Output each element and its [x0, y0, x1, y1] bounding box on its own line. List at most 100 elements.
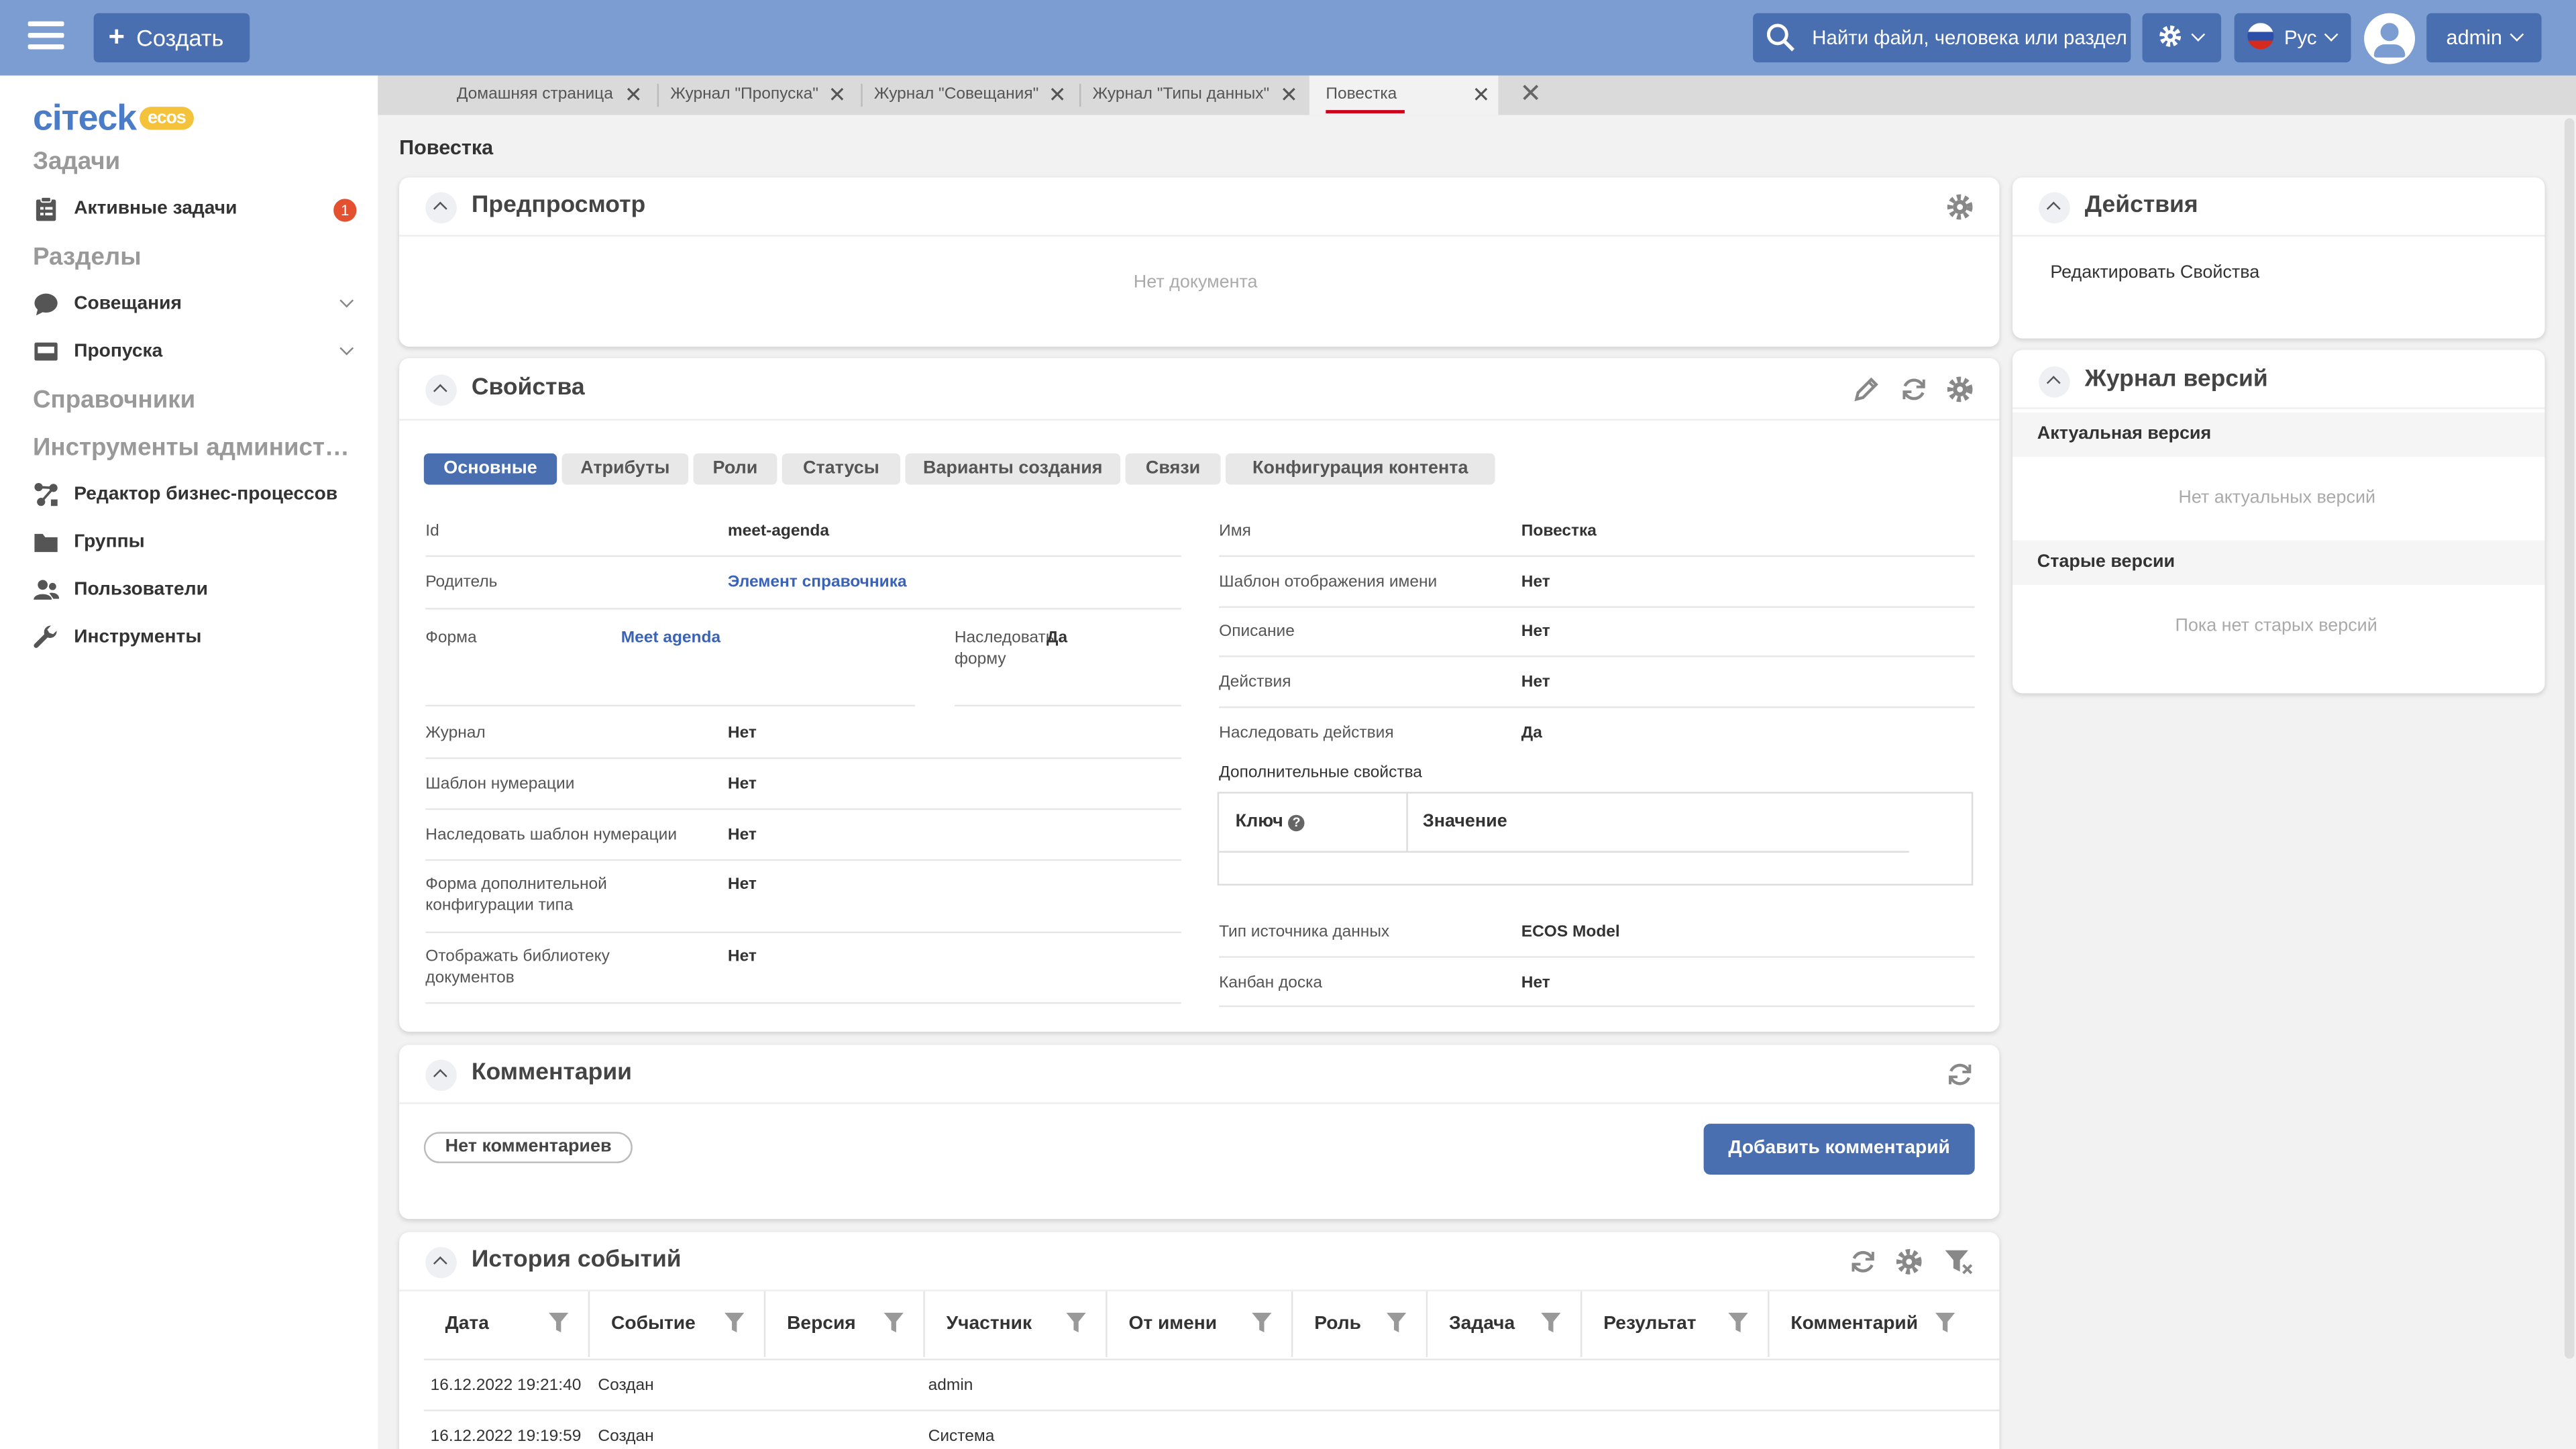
- gear-icon[interactable]: [1945, 374, 1975, 404]
- filter-icon[interactable]: [1066, 1312, 1086, 1333]
- collapse-icon[interactable]: [425, 1059, 457, 1091]
- create-button[interactable]: + Создать: [93, 13, 250, 63]
- field-label: Шаблон отображения имени: [1219, 573, 1438, 592]
- page-scrollbar[interactable]: [2564, 118, 2575, 1359]
- section-title-sections[interactable]: Разделы: [33, 243, 354, 271]
- search-input[interactable]: Найти файл, человека или раздел: [1753, 13, 2131, 63]
- gear-icon[interactable]: [1945, 193, 1975, 222]
- section-title-admin-tools[interactable]: Инструменты администрирования: [33, 434, 354, 462]
- filter-icon[interactable]: [1541, 1312, 1561, 1333]
- sidebar-item-bp-editor[interactable]: Редактор бизнес-процессов: [33, 476, 362, 513]
- sidebar-item-groups[interactable]: Группы: [33, 524, 362, 560]
- help-icon[interactable]: ?: [1288, 814, 1305, 832]
- field-parent: Родитель Элемент справочника: [425, 572, 1181, 610]
- filter-icon[interactable]: [548, 1312, 569, 1333]
- filter-icon[interactable]: [883, 1312, 904, 1333]
- parent-link[interactable]: Элемент справочника: [728, 572, 907, 593]
- logo[interactable]: ciтeck ecos: [33, 97, 194, 140]
- tab-home[interactable]: Домашняя страница ✕: [457, 76, 643, 115]
- column-header-event[interactable]: Событие: [592, 1291, 766, 1357]
- tab-statuses[interactable]: Статусы: [782, 453, 901, 485]
- menu-burger-icon[interactable]: [28, 21, 64, 54]
- tab-attributes[interactable]: Атрибуты: [561, 453, 689, 485]
- chevron-down-icon[interactable]: [339, 341, 354, 356]
- close-all-tabs-icon[interactable]: ✕: [1519, 76, 1542, 115]
- avatar[interactable]: [2364, 13, 2416, 64]
- search-placeholder: Найти файл, человека или раздел: [1812, 26, 2127, 50]
- wrench-icon: [34, 625, 57, 648]
- tab-label: Домашняя страница: [456, 85, 613, 104]
- field-label: Действия: [1219, 674, 1291, 692]
- tab-content-config[interactable]: Конфигурация контента: [1225, 453, 1495, 485]
- column-header-comment[interactable]: Комментарий: [1771, 1291, 1975, 1357]
- sidebar-item-meetings[interactable]: Совещания: [33, 286, 362, 322]
- sidebar-item-passes[interactable]: Пропуска: [33, 333, 362, 370]
- sidebar-item-label: Пропуска: [74, 341, 163, 362]
- tab-agenda[interactable]: Повестка ✕: [1309, 75, 1499, 115]
- tab-datatypes-journal[interactable]: Журнал "Типы данных" ✕: [1093, 76, 1298, 115]
- refresh-icon[interactable]: [1899, 374, 1929, 404]
- column-header-date[interactable]: Дата: [425, 1291, 590, 1357]
- close-icon[interactable]: ✕: [828, 76, 847, 115]
- refresh-icon[interactable]: [1848, 1247, 1878, 1277]
- filter-icon[interactable]: [1728, 1312, 1748, 1333]
- close-icon[interactable]: ✕: [1472, 76, 1491, 115]
- filter-icon[interactable]: [1935, 1312, 1955, 1333]
- close-icon[interactable]: ✕: [625, 76, 643, 115]
- refresh-icon[interactable]: [1945, 1060, 1975, 1089]
- collapse-icon[interactable]: [2039, 192, 2070, 224]
- section-title-references[interactable]: Справочники: [33, 386, 354, 415]
- users-icon: [34, 580, 60, 600]
- column-header-on-behalf[interactable]: От имени: [1109, 1291, 1293, 1357]
- sidebar-item-active-tasks[interactable]: Активные задачи 1: [33, 191, 362, 227]
- field-value: meet-agenda: [727, 522, 829, 541]
- column-header-role[interactable]: Роль: [1295, 1291, 1428, 1357]
- add-comment-button[interactable]: Добавить комментарий: [1703, 1124, 1975, 1175]
- user-menu-button[interactable]: admin: [2426, 13, 2542, 63]
- filter-icon[interactable]: [1386, 1312, 1407, 1333]
- field-label: Наследовать форму: [954, 629, 1055, 669]
- column-header-result[interactable]: Результат: [1584, 1291, 1770, 1357]
- sidebar-item-users[interactable]: Пользователи: [33, 572, 362, 608]
- cell-participant: Система: [928, 1428, 995, 1446]
- sidebar-item-label: Активные задачи: [74, 199, 237, 219]
- tab-basic[interactable]: Основные: [423, 453, 557, 485]
- language-button[interactable]: Рус: [2234, 13, 2351, 63]
- column-header-participant[interactable]: Участник: [926, 1291, 1108, 1357]
- pencil-icon[interactable]: [1851, 374, 1881, 404]
- key-header-label: Ключ: [1235, 811, 1283, 832]
- clear-filter-icon[interactable]: [1943, 1247, 1973, 1277]
- tab-associations[interactable]: Связи: [1125, 453, 1221, 485]
- collapse-icon[interactable]: [2039, 366, 2070, 398]
- form-link[interactable]: Meet agenda: [621, 628, 720, 649]
- sidebar-item-tools[interactable]: Инструменты: [33, 619, 362, 655]
- collapse-icon[interactable]: [425, 1246, 457, 1279]
- field-label: Родитель: [425, 573, 498, 592]
- chevron-down-icon[interactable]: [339, 293, 354, 308]
- table-row[interactable]: 16.12.2022 19:19:59 Создан Система: [423, 1409, 2000, 1449]
- tab-roles[interactable]: Роли: [693, 453, 777, 485]
- settings-button[interactable]: [2142, 13, 2222, 63]
- old-versions-empty: Пока нет старых версий: [2175, 616, 2377, 636]
- close-icon[interactable]: ✕: [1280, 76, 1298, 115]
- column-header-task[interactable]: Задача: [1430, 1291, 1582, 1357]
- gear-icon[interactable]: [1894, 1247, 1924, 1277]
- section-title-tasks[interactable]: Задачи: [33, 148, 354, 176]
- tab-separator: [861, 83, 863, 107]
- collapse-icon[interactable]: [425, 192, 457, 224]
- field-config-form: Форма дополнительной конфигурации типа Не…: [425, 874, 1181, 934]
- collapse-icon[interactable]: [425, 374, 457, 406]
- table-row[interactable]: 16.12.2022 19:21:40 Создан admin: [423, 1358, 2000, 1409]
- tab-create-variants[interactable]: Варианты создания: [905, 453, 1121, 485]
- tab-passes-journal[interactable]: Журнал "Пропуска" ✕: [670, 76, 846, 115]
- close-icon[interactable]: ✕: [1049, 76, 1067, 115]
- properties-title: Свойства: [471, 374, 585, 401]
- column-header-label: Комментарий: [1790, 1314, 1919, 1334]
- edit-properties-action[interactable]: Редактировать Свойства: [2050, 263, 2259, 282]
- filter-icon[interactable]: [1252, 1312, 1272, 1333]
- versions-header: Журнал версий: [2012, 350, 2545, 409]
- cell-date: 16.12.2022 19:19:59: [430, 1428, 582, 1446]
- column-header-version[interactable]: Версия: [767, 1291, 925, 1357]
- tab-meetings-journal[interactable]: Журнал "Совещания" ✕: [874, 76, 1067, 115]
- filter-icon[interactable]: [724, 1312, 745, 1333]
